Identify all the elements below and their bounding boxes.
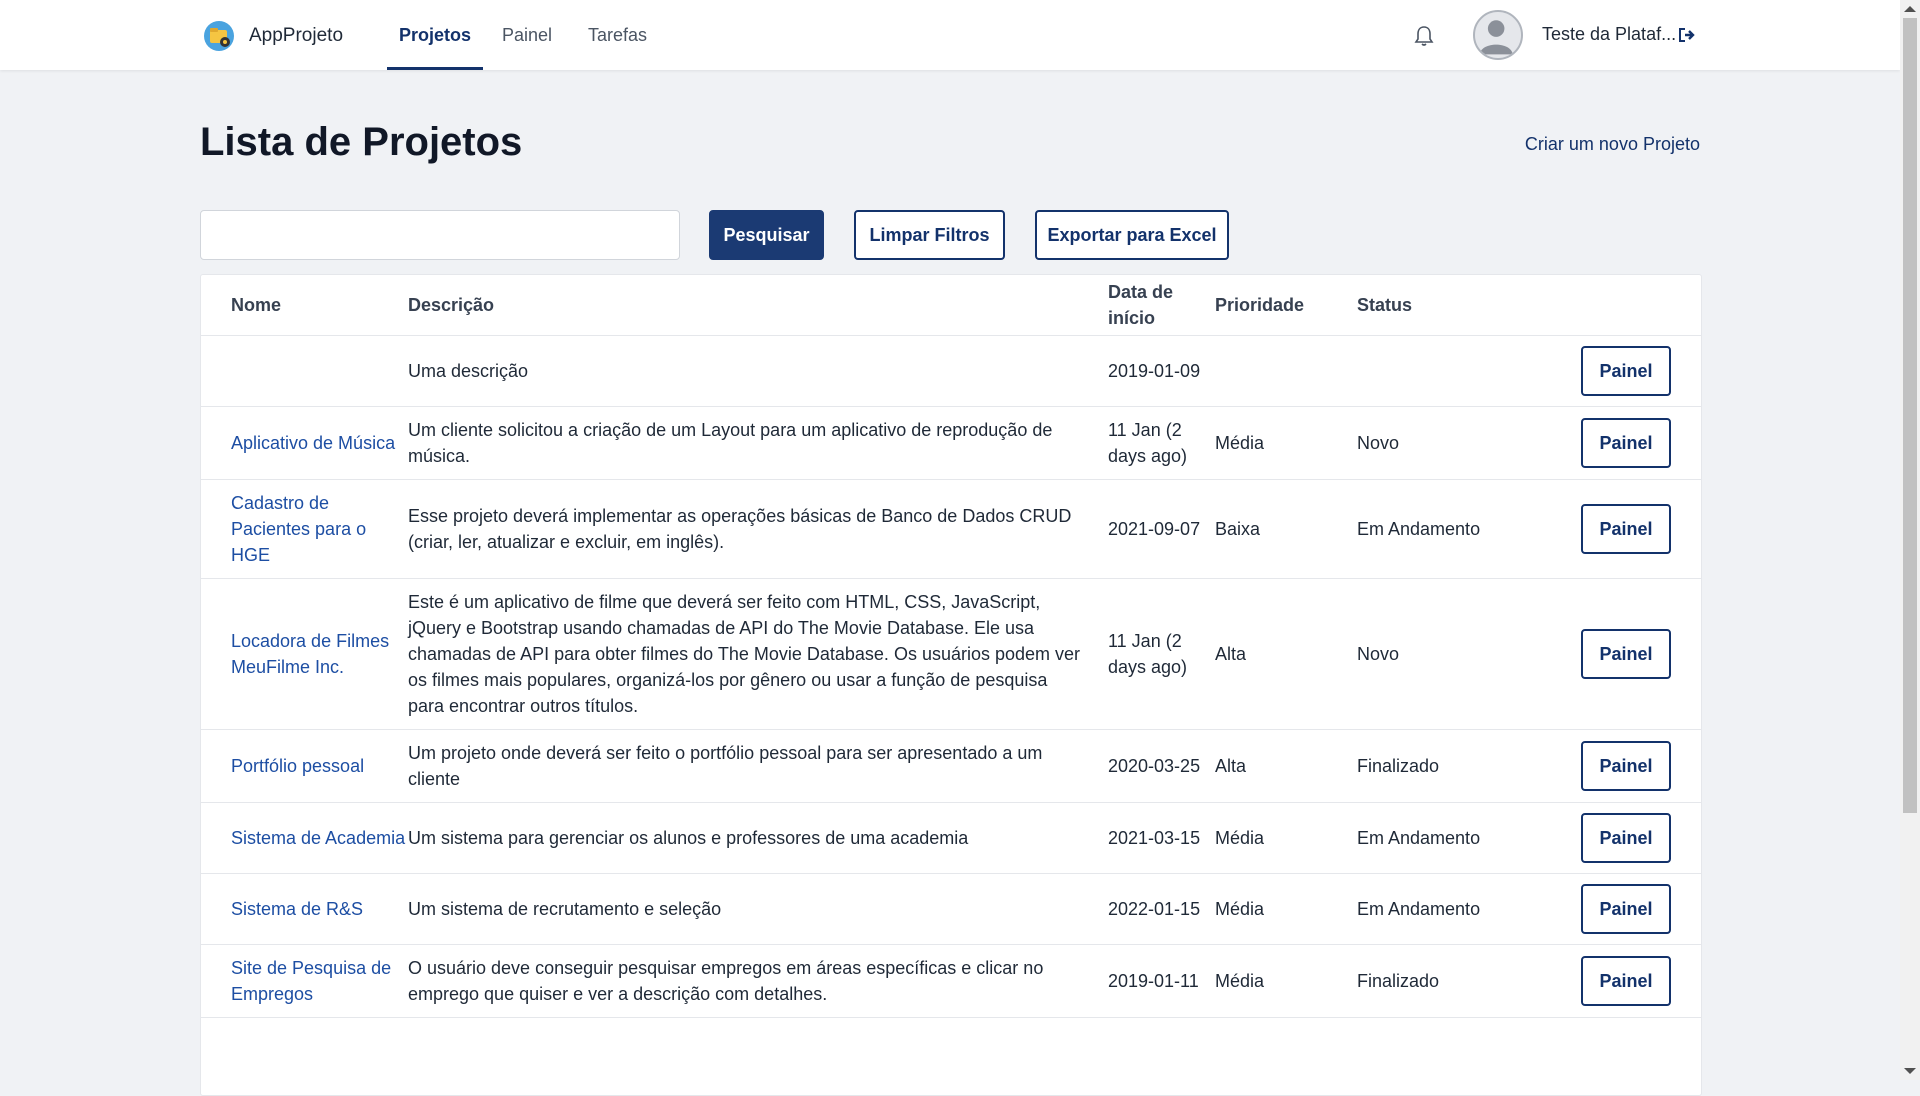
project-start-date: 2019-01-09 — [1108, 335, 1215, 407]
project-description: Esse projeto deverá implementar as opera… — [408, 479, 1108, 579]
painel-button[interactable]: Painel — [1581, 956, 1671, 1006]
project-priority: Média — [1215, 944, 1357, 1018]
table-header-row: Nome Descrição Data de início Prioridade… — [201, 275, 1701, 336]
table-row: Aplicativo de Música Um cliente solicito… — [201, 406, 1701, 480]
table-row: Cadastro de Pacientes para o HGE Esse pr… — [201, 479, 1701, 579]
project-name-link[interactable]: Portfólio pessoal — [231, 756, 364, 776]
header-status: Status — [1357, 275, 1512, 336]
project-description: Um projeto onde deverá ser feito o portf… — [408, 729, 1108, 803]
app-logo-icon — [204, 21, 234, 51]
project-status — [1357, 335, 1512, 407]
project-status: Em Andamento — [1357, 873, 1512, 945]
page-scrollbar[interactable] — [1900, 0, 1920, 1080]
project-priority: Alta — [1215, 578, 1357, 730]
table-row: Sistema de R&S Um sistema de recrutament… — [201, 873, 1701, 945]
project-name-link[interactable]: Sistema de R&S — [231, 899, 363, 919]
clear-filters-button[interactable]: Limpar Filtros — [854, 210, 1005, 260]
painel-button[interactable]: Painel — [1581, 504, 1671, 554]
create-project-link[interactable]: Criar um novo Projeto — [1525, 134, 1700, 155]
export-excel-button[interactable]: Exportar para Excel — [1035, 210, 1229, 260]
project-priority: Média — [1215, 802, 1357, 874]
project-status: Novo — [1357, 578, 1512, 730]
painel-button[interactable]: Painel — [1581, 418, 1671, 468]
bell-icon[interactable] — [1414, 25, 1434, 47]
project-description: Este é um aplicativo de filme que deverá… — [408, 578, 1108, 730]
project-status: Em Andamento — [1357, 479, 1512, 579]
project-description: Um cliente solicitou a criação de um Lay… — [408, 406, 1108, 480]
header-name: Nome — [201, 275, 408, 336]
project-status: Finalizado — [1357, 944, 1512, 1018]
user-name[interactable]: Teste da Plataf... — [1542, 24, 1676, 45]
project-start-date: 2020-03-25 — [1108, 729, 1215, 803]
project-description: Uma descrição — [408, 335, 1108, 407]
project-status: Em Andamento — [1357, 802, 1512, 874]
project-priority: Média — [1215, 406, 1357, 480]
header-actions — [1512, 275, 1701, 336]
top-navbar: AppProjeto Projetos Painel Tarefas Teste… — [0, 0, 1900, 70]
search-button[interactable]: Pesquisar — [709, 210, 824, 260]
project-priority — [1215, 335, 1357, 407]
painel-button[interactable]: Painel — [1581, 629, 1671, 679]
painel-button[interactable]: Painel — [1581, 884, 1671, 934]
project-name-link[interactable]: Site de Pesquisa de Empregos — [231, 958, 391, 1004]
search-input[interactable] — [200, 210, 680, 260]
tab-projetos[interactable]: Projetos — [387, 0, 483, 70]
page-title: Lista de Projetos — [200, 120, 523, 164]
table-row: Portfólio pessoal Um projeto onde deverá… — [201, 729, 1701, 803]
table-row: Locadora de Filmes MeuFilme Inc. Este é … — [201, 578, 1701, 730]
brand[interactable]: AppProjeto — [203, 20, 343, 52]
project-start-date: 2021-09-07 — [1108, 479, 1215, 579]
painel-button[interactable]: Painel — [1581, 346, 1671, 396]
project-name-link[interactable]: Locadora de Filmes MeuFilme Inc. — [231, 631, 389, 677]
project-start-date: 11 Jan (2 days ago) — [1108, 578, 1215, 730]
project-priority: Média — [1215, 873, 1357, 945]
scroll-up-arrow-icon[interactable] — [1904, 6, 1916, 12]
table-row: Site de Pesquisa de Empregos O usuário d… — [201, 944, 1701, 1018]
project-name-link[interactable]: Cadastro de Pacientes para o HGE — [231, 493, 366, 565]
scroll-down-arrow-icon[interactable] — [1904, 1068, 1916, 1074]
project-priority: Alta — [1215, 729, 1357, 803]
logout-icon[interactable] — [1678, 27, 1696, 43]
table-row: Uma descrição 2019-01-09 Painel — [201, 335, 1701, 407]
project-start-date: 2021-03-15 — [1108, 802, 1215, 874]
painel-button[interactable]: Painel — [1581, 813, 1671, 863]
project-name-link[interactable]: Aplicativo de Música — [231, 433, 395, 453]
project-description: Um sistema de recrutamento e seleção — [408, 873, 1108, 945]
project-status: Finalizado — [1357, 729, 1512, 803]
project-description: O usuário deve conseguir pesquisar empre… — [408, 944, 1108, 1018]
project-status: Novo — [1357, 406, 1512, 480]
tab-tarefas[interactable]: Tarefas — [588, 0, 647, 70]
projects-table: Nome Descrição Data de início Prioridade… — [201, 275, 1701, 1018]
project-start-date: 11 Jan (2 days ago) — [1108, 406, 1215, 480]
project-priority: Baixa — [1215, 479, 1357, 579]
scrollbar-thumb[interactable] — [1903, 18, 1917, 813]
project-description: Um sistema para gerenciar os alunos e pr… — [408, 802, 1108, 874]
user-avatar-icon[interactable] — [1473, 10, 1523, 60]
header-start-date: Data de início — [1108, 275, 1215, 336]
tab-painel[interactable]: Painel — [502, 0, 552, 70]
painel-button[interactable]: Painel — [1581, 741, 1671, 791]
header-priority: Prioridade — [1215, 275, 1357, 336]
project-start-date: 2019-01-11 — [1108, 944, 1215, 1018]
app-name: AppProjeto — [249, 25, 344, 46]
table-row: Sistema de Academia Um sistema para gere… — [201, 802, 1701, 874]
project-start-date: 2022-01-15 — [1108, 873, 1215, 945]
project-name-link[interactable]: Sistema de Academia — [231, 828, 405, 848]
header-description: Descrição — [408, 275, 1108, 336]
projects-table-container: Nome Descrição Data de início Prioridade… — [200, 274, 1702, 1096]
